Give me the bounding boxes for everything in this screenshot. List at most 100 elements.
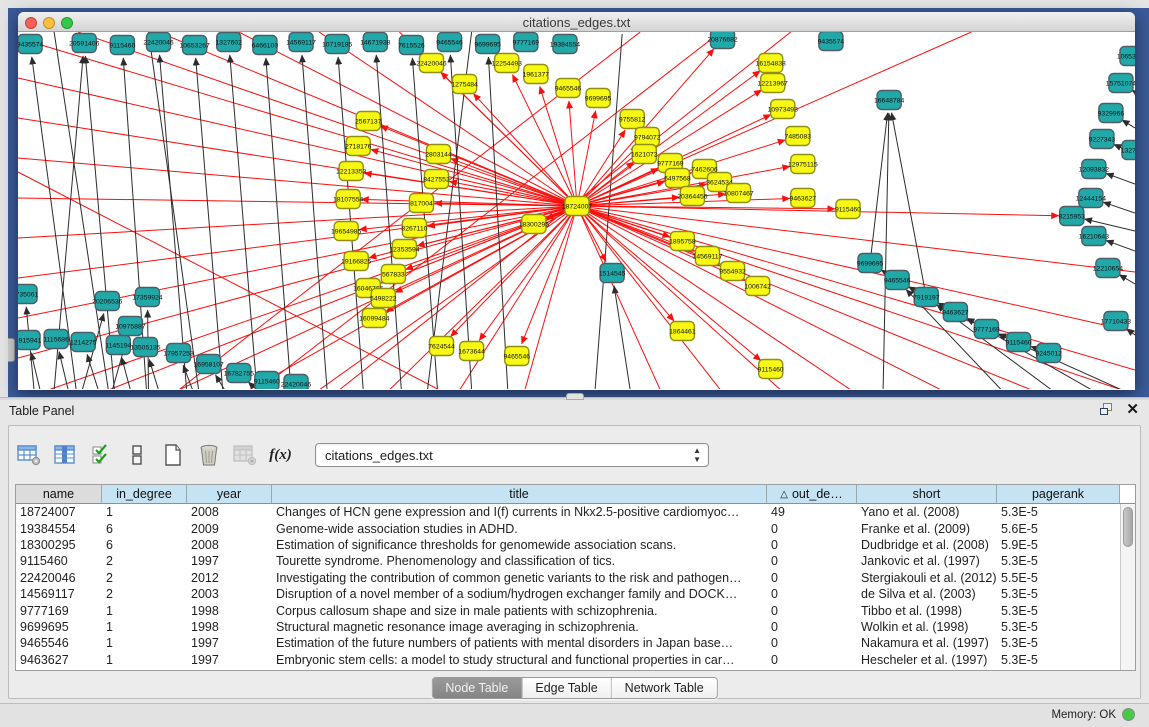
table-cell[interactable]: 0 bbox=[767, 604, 857, 618]
table-cell[interactable]: 0 bbox=[767, 620, 857, 634]
table-cell[interactable]: Changes of HCN gene expression and I(f) … bbox=[272, 505, 767, 519]
table-cell[interactable]: Dudbridge et al. (2008) bbox=[857, 538, 997, 552]
table-column-icon[interactable] bbox=[51, 442, 78, 468]
table-row[interactable]: 1830029562008Estimation of significance … bbox=[16, 537, 1135, 553]
table-cell[interactable]: 1 bbox=[102, 604, 187, 618]
table-cell[interactable]: 9115460 bbox=[16, 554, 102, 568]
table-cell[interactable]: 1 bbox=[102, 505, 187, 519]
table-cell[interactable]: Structural magnetic resonance image aver… bbox=[272, 620, 767, 634]
table-cell[interactable]: Investigating the contribution of common… bbox=[272, 571, 767, 585]
table-cell[interactable]: Jankovic et al. (1997) bbox=[857, 554, 997, 568]
table-cell[interactable]: Yano et al. (2008) bbox=[857, 505, 997, 519]
close-panel-icon[interactable]: ✕ bbox=[1126, 403, 1139, 416]
panel-collapse-handle[interactable] bbox=[8, 338, 15, 362]
table-row[interactable]: 946362711997Embryonic stem cells: a mode… bbox=[16, 652, 1135, 668]
table-cell[interactable]: Tibbo et al. (1998) bbox=[857, 604, 997, 618]
table-cell[interactable]: 49 bbox=[767, 505, 857, 519]
table-cell[interactable]: 18724007 bbox=[16, 505, 102, 519]
table-cell[interactable]: Franke et al. (2009) bbox=[857, 522, 997, 536]
table-cell[interactable]: 5.3E-5 bbox=[997, 587, 1120, 601]
table-cell[interactable]: 14569117 bbox=[16, 587, 102, 601]
table-cell[interactable]: 2 bbox=[102, 554, 187, 568]
table-settings-icon[interactable] bbox=[15, 442, 42, 468]
network-canvas[interactable]: 1872400718300295271817612213353181075541… bbox=[18, 32, 1135, 389]
table-row[interactable]: 1938455462009Genome-wide association stu… bbox=[16, 520, 1135, 536]
table-cell[interactable]: 0 bbox=[767, 522, 857, 536]
table-row[interactable]: 2242004622012Investigating the contribut… bbox=[16, 570, 1135, 586]
table-cell[interactable]: 0 bbox=[767, 554, 857, 568]
float-panel-icon[interactable] bbox=[1100, 403, 1114, 416]
table-cell[interactable]: 9699695 bbox=[16, 620, 102, 634]
table-cell[interactable]: 0 bbox=[767, 653, 857, 667]
table-cell[interactable]: 5.5E-5 bbox=[997, 571, 1120, 585]
table-cell[interactable]: 2009 bbox=[187, 522, 272, 536]
table-cell[interactable]: 0 bbox=[767, 636, 857, 650]
table-cell[interactable]: 0 bbox=[767, 571, 857, 585]
table-cell[interactable]: 6 bbox=[102, 522, 187, 536]
table-cell[interactable]: 2 bbox=[102, 571, 187, 585]
table-cell[interactable]: 1998 bbox=[187, 604, 272, 618]
table-cell[interactable]: 1 bbox=[102, 620, 187, 634]
table-cell[interactable]: 9463627 bbox=[16, 653, 102, 667]
column-header-name[interactable]: name bbox=[16, 485, 102, 503]
table-cell[interactable]: Embryonic stem cells: a model to study s… bbox=[272, 653, 767, 667]
select-rows-icon[interactable] bbox=[87, 442, 114, 468]
table-row[interactable]: 969969511998Structural magnetic resonanc… bbox=[16, 619, 1135, 635]
table-cell[interactable]: 2012 bbox=[187, 571, 272, 585]
table-row[interactable]: 1456911722003Disruption of a novel membe… bbox=[16, 586, 1135, 602]
panel-divider-grip[interactable] bbox=[566, 393, 584, 400]
table-cell[interactable]: 5.3E-5 bbox=[997, 636, 1120, 650]
table-cell[interactable]: 18300295 bbox=[16, 538, 102, 552]
table-cell[interactable]: 0 bbox=[767, 587, 857, 601]
table-cell[interactable]: Hescheler et al. (1997) bbox=[857, 653, 997, 667]
network-window-titlebar[interactable]: citations_edges.txt bbox=[18, 12, 1135, 32]
table-cell[interactable]: Wolkin et al. (1998) bbox=[857, 620, 997, 634]
table-cell[interactable]: 2008 bbox=[187, 538, 272, 552]
scrollbar-thumb[interactable] bbox=[1123, 507, 1133, 547]
table-cell[interactable]: Stergiakouli et al. (2012) bbox=[857, 571, 997, 585]
table-cell[interactable]: 1997 bbox=[187, 554, 272, 568]
table-cell[interactable]: Estimation of the future numbers of pati… bbox=[272, 636, 767, 650]
table-cell[interactable]: 6 bbox=[102, 538, 187, 552]
table-cell[interactable]: 2 bbox=[102, 587, 187, 601]
table-cell[interactable]: 1998 bbox=[187, 620, 272, 634]
table-cell[interactable]: 22420046 bbox=[16, 571, 102, 585]
column-header-title[interactable]: title bbox=[272, 485, 767, 503]
table-cell[interactable]: 1997 bbox=[187, 653, 272, 667]
table-source-selector[interactable]: citations_edges.txt ▲▼ bbox=[315, 443, 709, 467]
table-cell[interactable]: 5.3E-5 bbox=[997, 554, 1120, 568]
new-document-icon[interactable] bbox=[159, 442, 186, 468]
table-cell[interactable]: 9777169 bbox=[16, 604, 102, 618]
column-header-out-de-[interactable]: △out_de… bbox=[767, 485, 857, 503]
table-cell[interactable]: Tourette syndrome. Phenomenology and cla… bbox=[272, 554, 767, 568]
tab-edge-table[interactable]: Edge Table bbox=[522, 678, 611, 698]
table-cell[interactable]: Corpus callosum shape and size in male p… bbox=[272, 604, 767, 618]
column-header-year[interactable]: year bbox=[187, 485, 272, 503]
table-cell[interactable]: Disruption of a novel member of a sodium… bbox=[272, 587, 767, 601]
table-cell[interactable]: 9465546 bbox=[16, 636, 102, 650]
table-cell[interactable]: 5.3E-5 bbox=[997, 604, 1120, 618]
table-cell[interactable]: 5.3E-5 bbox=[997, 653, 1120, 667]
table-row[interactable]: 1872400712008Changes of HCN gene express… bbox=[16, 504, 1135, 520]
table-cell[interactable]: 2003 bbox=[187, 587, 272, 601]
table-cell[interactable]: 5.3E-5 bbox=[997, 620, 1120, 634]
table-vertical-scrollbar[interactable] bbox=[1120, 504, 1135, 670]
table-row[interactable]: 977716911998Corpus callosum shape and si… bbox=[16, 602, 1135, 618]
column-header-short[interactable]: short bbox=[857, 485, 997, 503]
table-cell[interactable]: 1997 bbox=[187, 636, 272, 650]
tab-network-table[interactable]: Network Table bbox=[612, 678, 717, 698]
tab-node-table[interactable]: Node Table bbox=[432, 678, 522, 698]
table-cell[interactable]: 1 bbox=[102, 653, 187, 667]
function-builder-icon[interactable]: f(x) bbox=[267, 442, 294, 468]
column-header-pagerank[interactable]: pagerank bbox=[997, 485, 1120, 503]
table-cell[interactable]: 5.9E-5 bbox=[997, 538, 1120, 552]
table-cell[interactable]: Estimation of significance thresholds fo… bbox=[272, 538, 767, 552]
table-cell[interactable]: 1 bbox=[102, 636, 187, 650]
table-row[interactable]: 946554611997Estimation of the future num… bbox=[16, 635, 1135, 651]
table-cell[interactable]: de Silva et al. (2003) bbox=[857, 587, 997, 601]
table-cell[interactable]: 0 bbox=[767, 538, 857, 552]
memory-status-icon[interactable] bbox=[1122, 708, 1135, 721]
row-height-icon[interactable] bbox=[123, 442, 150, 468]
table-row[interactable]: 911546021997Tourette syndrome. Phenomeno… bbox=[16, 553, 1135, 569]
citation-network-graph[interactable]: 1872400718300295271817612213353181075541… bbox=[18, 32, 1135, 389]
